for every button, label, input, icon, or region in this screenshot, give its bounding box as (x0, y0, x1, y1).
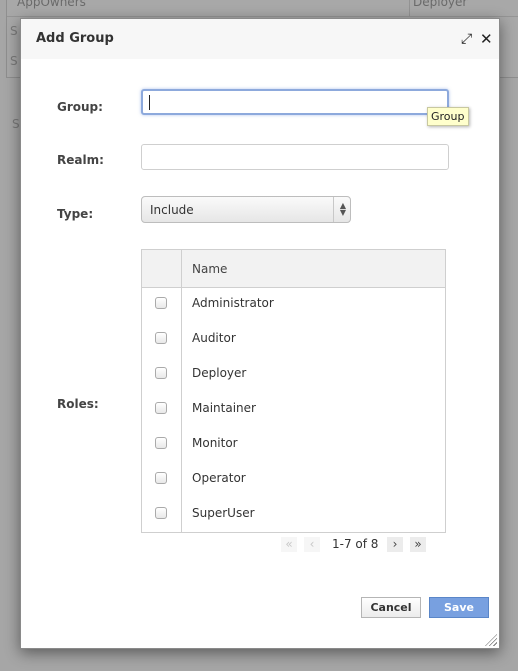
add-group-dialog: Add Group ⤢ ✕ Group: Group Realm: Type: … (20, 18, 500, 649)
role-checkbox[interactable] (155, 472, 167, 484)
table-row[interactable]: Deployer (142, 358, 445, 393)
table-row[interactable]: Auditor (142, 323, 445, 358)
role-checkbox[interactable] (155, 367, 167, 379)
dialog-title: Add Group (36, 31, 114, 46)
role-name: SuperUser (192, 506, 255, 520)
prev-page-button[interactable]: ‹ (304, 537, 320, 552)
save-button[interactable]: Save (429, 597, 489, 618)
updown-arrow-icon: ▲ ▼ (339, 201, 346, 217)
role-checkbox[interactable] (155, 437, 167, 449)
type-label: Type: (57, 207, 94, 221)
table-row[interactable]: Maintainer (142, 393, 445, 428)
table-row[interactable]: SuperUser (142, 498, 445, 533)
background-letter: S (10, 54, 18, 68)
roles-table: Name Administrator Auditor Deployer Main… (141, 249, 446, 533)
group-tooltip: Group (427, 107, 469, 126)
roles-label: Roles: (57, 397, 99, 411)
type-select[interactable]: Include ▲ ▼ (141, 196, 351, 223)
group-input[interactable] (141, 89, 449, 115)
role-checkbox[interactable] (155, 332, 167, 344)
resize-grip-icon[interactable] (485, 634, 497, 646)
next-page-button[interactable]: › (387, 537, 403, 552)
table-header: Name (142, 250, 445, 288)
role-name: Auditor (192, 331, 236, 345)
background-letter: S (12, 117, 20, 131)
dialog-header: Add Group ⤢ ✕ (21, 19, 499, 59)
table-row[interactable]: Operator (142, 463, 445, 498)
close-icon[interactable]: ✕ (480, 31, 493, 47)
background-divider (409, 0, 410, 17)
realm-label: Realm: (57, 153, 104, 167)
table-row[interactable]: Administrator (142, 288, 445, 323)
role-checkbox[interactable] (155, 507, 167, 519)
type-select-value: Include (150, 203, 194, 217)
realm-input[interactable] (141, 144, 449, 170)
role-checkbox[interactable] (155, 402, 167, 414)
table-row[interactable]: Monitor (142, 428, 445, 463)
expand-icon[interactable]: ⤢ (461, 31, 472, 47)
cancel-button[interactable]: Cancel (361, 597, 421, 618)
first-page-button[interactable]: « (281, 537, 297, 552)
background-letter: S (10, 24, 18, 38)
role-name: Monitor (192, 436, 238, 450)
role-name: Maintainer (192, 401, 256, 415)
last-page-button[interactable]: » (410, 537, 426, 552)
role-checkbox[interactable] (155, 297, 167, 309)
group-label: Group: (57, 100, 103, 114)
background-cell: Deployer (413, 0, 468, 9)
column-header-name[interactable]: Name (192, 262, 227, 276)
role-name: Administrator (192, 296, 274, 310)
select-separator (333, 197, 334, 222)
role-name: Deployer (192, 366, 247, 380)
text-caret (149, 95, 150, 110)
background-row: AppOwners Deployer (7, 0, 518, 17)
background-cell: AppOwners (17, 0, 86, 9)
role-name: Operator (192, 471, 246, 485)
pagination-status: 1-7 of 8 (332, 537, 379, 551)
